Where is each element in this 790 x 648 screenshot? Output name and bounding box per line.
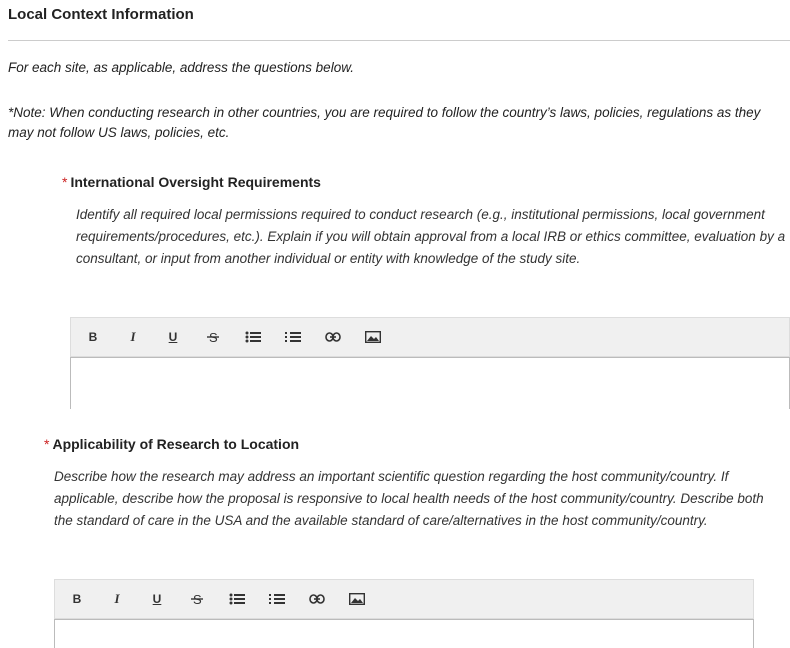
question-title-label: International Oversight Requirements (70, 174, 321, 190)
question-description-international-oversight: Identify all required local permissions … (76, 207, 786, 266)
section-divider (8, 40, 790, 41)
image-icon (349, 593, 365, 605)
underline-icon: U (152, 592, 162, 606)
question-title-applicability: * Applicability of Research to Location (44, 436, 299, 452)
bold-button[interactable]: B (61, 586, 93, 612)
numbered-list-button[interactable] (261, 586, 293, 612)
section-intro: For each site, as applicable, address th… (8, 60, 354, 75)
link-icon (309, 594, 325, 604)
numbered-list-button[interactable] (277, 324, 309, 350)
strikethrough-icon: S (207, 330, 219, 344)
image-button[interactable] (357, 324, 389, 350)
required-marker: * (62, 174, 68, 190)
bulleted-list-icon (229, 593, 245, 605)
section-title: Local Context Information (8, 6, 194, 23)
bold-icon: B (72, 592, 82, 606)
italic-button[interactable]: I (101, 586, 133, 612)
italic-icon: I (130, 329, 136, 344)
editor-toolbar-1: B I U S (70, 317, 790, 357)
link-icon (325, 332, 341, 342)
numbered-list-icon (285, 332, 301, 342)
strikethrough-button[interactable]: S (197, 324, 229, 350)
question-title-label: Applicability of Research to Location (52, 436, 300, 452)
editor-field-applicability[interactable] (54, 619, 754, 648)
question-description-applicability: Describe how the research may address an… (54, 469, 764, 528)
editor-field-international-oversight[interactable] (70, 357, 790, 409)
question-title-international-oversight: * International Oversight Requirements (62, 174, 321, 190)
bold-button[interactable]: B (77, 324, 109, 350)
image-button[interactable] (341, 586, 373, 612)
section-note: *Note: When conducting research in other… (8, 105, 761, 140)
italic-button[interactable]: I (117, 324, 149, 350)
strikethrough-button[interactable]: S (181, 586, 213, 612)
italic-icon: I (114, 591, 120, 606)
editor-toolbar-2: B I U S (54, 579, 754, 619)
numbered-list-icon (269, 594, 285, 604)
image-icon (365, 331, 381, 343)
underline-button[interactable]: U (141, 586, 173, 612)
bulleted-list-button[interactable] (221, 586, 253, 612)
strikethrough-icon: S (191, 592, 203, 606)
bulleted-list-button[interactable] (237, 324, 269, 350)
required-marker: * (44, 436, 50, 452)
underline-button[interactable]: U (157, 324, 189, 350)
link-button[interactable] (317, 324, 349, 350)
link-button[interactable] (301, 586, 333, 612)
bulleted-list-icon (245, 331, 261, 343)
bold-icon: B (88, 330, 98, 344)
underline-icon: U (168, 330, 178, 344)
